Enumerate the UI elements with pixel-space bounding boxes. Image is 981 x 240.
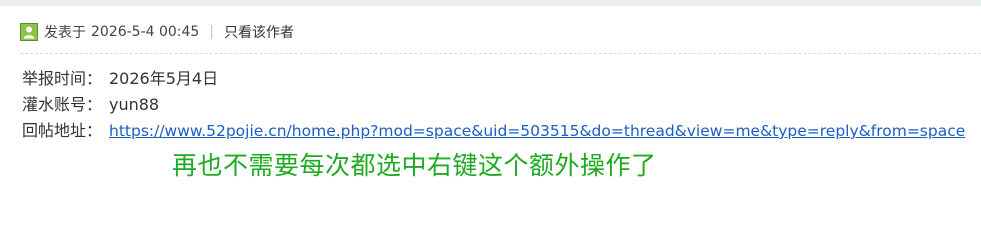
meta-divider (20, 53, 981, 54)
spam-account-label: 灌水账号： (22, 95, 103, 114)
posted-label: 发表于 (44, 25, 86, 41)
user-icon (20, 23, 38, 41)
report-info: 举报时间： 2026年5月4日 灌水账号： yun88 回帖地址： https:… (22, 66, 965, 144)
reply-url-link[interactable]: https://www.52pojie.cn/home.php?mod=spac… (109, 118, 965, 144)
meta-separator: | (209, 24, 215, 40)
spam-account-row: 灌水账号： yun88 (22, 92, 965, 118)
report-time-row: 举报时间： 2026年5月4日 (22, 66, 965, 92)
report-time-value: 2026年5月4日 (109, 69, 219, 88)
reply-url-row: 回帖地址： https://www.52pojie.cn/home.php?mo… (22, 118, 965, 144)
posted-time: 2026-5-4 00:45 (91, 24, 200, 40)
spam-account-value: yun88 (109, 95, 160, 114)
post-meta-bar: 发表于 2026-5-4 00:45 | 只看该作者 (20, 20, 294, 44)
annotation-note: 再也不需要每次都选中右键这个额外操作了 (172, 151, 657, 180)
reply-url-label: 回帖地址： (22, 121, 103, 140)
top-border (0, 0, 981, 6)
report-time-label: 举报时间： (22, 69, 103, 88)
only-author-link[interactable]: 只看该作者 (224, 22, 294, 42)
